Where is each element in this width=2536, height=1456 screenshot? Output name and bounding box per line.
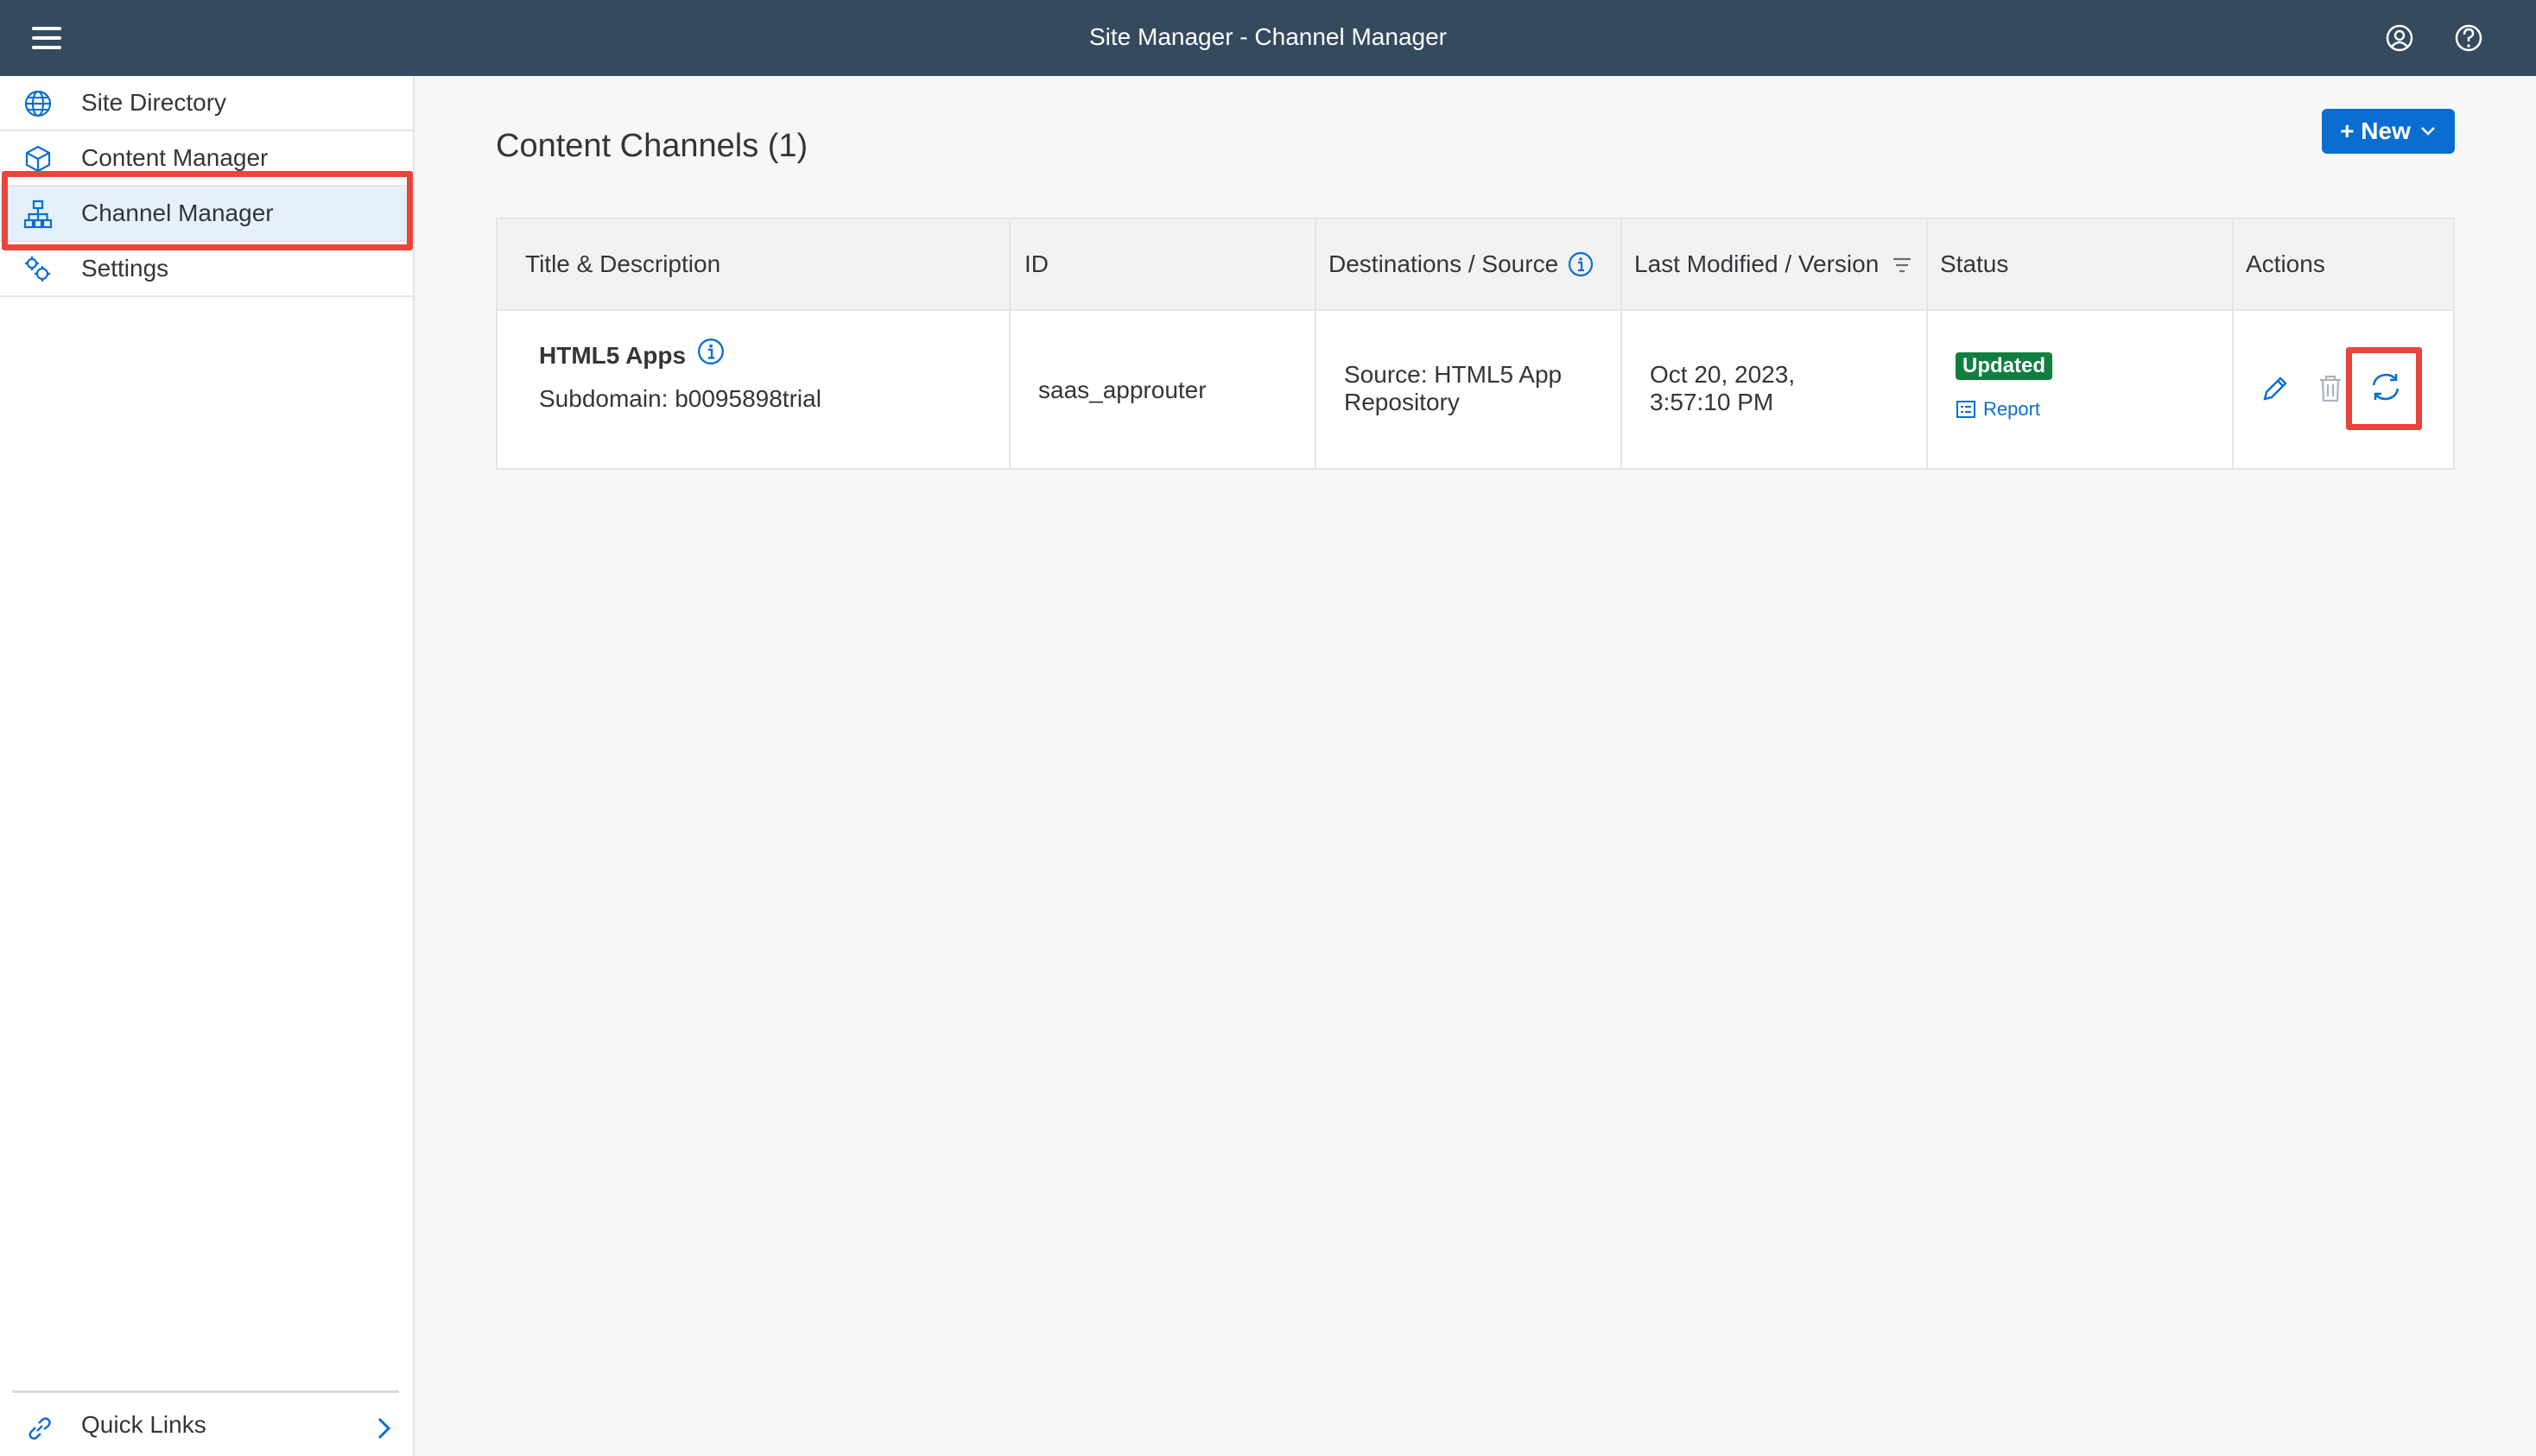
globe-icon [24,90,52,117]
last-modified-line2: 3:57:10 PM [1650,389,1774,415]
report-link-label: Report [1983,398,2041,420]
link-icon [29,1417,51,1440]
quick-links-label: Quick Links [81,1411,206,1438]
column-divider [2232,219,2234,468]
column-header-label: Destinations / Source [1328,250,1559,277]
quick-links[interactable]: Quick Links [0,1390,413,1456]
org-chart-icon [23,199,53,229]
column-header-id[interactable]: ID [1024,219,1049,309]
channel-source-line1: Source: HTML5 App [1344,361,1563,388]
column-header-destinations[interactable]: Destinations / Source [1328,219,1558,309]
cube-icon [25,145,51,173]
sidebar-item-label: Channel Manager [81,199,274,226]
divider [12,1390,399,1393]
chevron-down-icon [2420,127,2435,136]
column-divider [1620,219,1622,468]
column-divider [1926,219,1928,468]
content-channels-table: Title & Description ID Destinations / So… [496,218,2455,470]
last-modified-line1: Oct 20, 2023, [1650,361,1796,388]
channel-description: Subdomain: b0095898trial [539,385,821,412]
sidebar-item-label: Settings [81,255,169,282]
info-icon[interactable] [696,337,726,366]
page-title: Content Channels (1) [496,128,808,164]
sort-icon[interactable] [1892,256,1912,275]
delete-icon[interactable] [2313,371,2348,406]
user-icon[interactable] [2381,19,2419,57]
column-header-actions: Actions [2246,250,2325,277]
status-badge: Updated [1956,352,2052,380]
report-icon [1956,401,1975,418]
column-header-status[interactable]: Status [1940,219,2008,309]
sidebar-item-channel-manager[interactable]: Channel Manager [0,187,413,242]
sidebar-item-site-directory[interactable]: Site Directory [0,76,413,131]
shell-title: Site Manager - Channel Manager [1088,23,1447,50]
channel-id: saas_approuter [1038,377,1207,403]
sidebar-item-label: Site Directory [81,89,227,116]
chevron-right-icon [377,1417,391,1440]
edit-icon[interactable] [2258,371,2292,406]
column-header-last-modified[interactable]: Last Modified / Version [1634,219,1879,309]
report-link[interactable]: Report [1956,396,2040,423]
help-icon[interactable] [2450,19,2488,57]
refresh-icon[interactable] [2367,368,2405,406]
sidebar: Site Directory Content Manager Channel M… [0,76,415,1456]
gears-icon [25,256,50,282]
column-divider [1009,219,1011,468]
sidebar-item-label: Content Manager [81,144,269,171]
sidebar-item-content-manager[interactable]: Content Manager [0,131,413,187]
channel-source-line2: Repository [1344,389,1460,415]
new-button[interactable]: + New [2322,109,2455,154]
column-header-title[interactable]: Title & Description [525,219,720,309]
channel-title: HTML5 Apps [539,342,687,369]
info-icon[interactable] [1567,250,1595,278]
shell-header: Site Manager - Channel Manager [0,0,2536,76]
sidebar-item-settings[interactable]: Settings [0,242,413,297]
column-divider [1315,219,1316,468]
new-button-label: + New [2340,117,2411,144]
